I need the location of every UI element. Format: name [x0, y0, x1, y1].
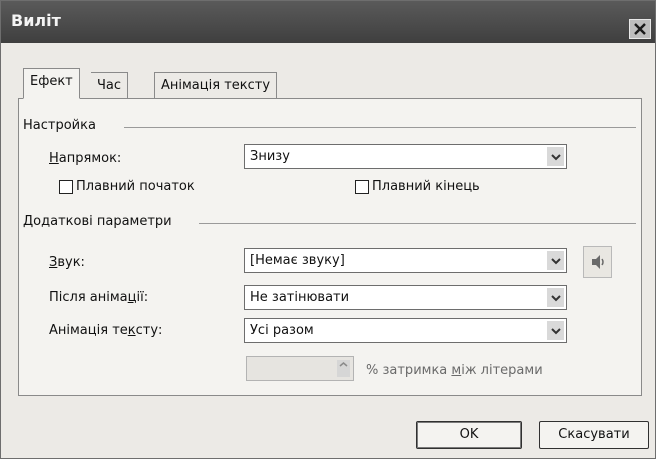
letter-delay-label: % затримка між літерами	[366, 363, 543, 378]
tab-effect[interactable]: Ефект	[23, 68, 80, 99]
tab-text-animation-label: Анімація тексту	[161, 78, 271, 93]
chevron-down-icon	[550, 294, 561, 301]
direction-dropdown-button[interactable]	[547, 147, 564, 166]
after-animation-label-rest: ії:	[136, 290, 149, 305]
letter-delay-label-rest: іж літерами	[461, 363, 543, 378]
direction-label-rest: апрямок:	[58, 151, 122, 166]
spinner-arrows-icon[interactable]	[337, 360, 350, 377]
tab-timing[interactable]: Час	[91, 72, 129, 98]
animate-text-dropdown-button[interactable]	[547, 321, 564, 340]
sound-play-button[interactable]	[583, 246, 612, 278]
sound-label: Звук:	[49, 255, 85, 270]
animate-text-select[interactable]: Усі разом	[244, 318, 567, 343]
extra-group-label: Додаткові параметри	[23, 214, 176, 229]
chevron-down-icon	[550, 257, 561, 264]
tab-text-animation[interactable]: Анімація тексту	[154, 72, 278, 98]
animate-text-label: Анімація тексту:	[49, 323, 162, 338]
tab-effect-label: Ефект	[30, 74, 73, 89]
after-animation-select[interactable]: Не затінювати	[244, 285, 567, 310]
ok-button[interactable]: OK	[416, 421, 522, 449]
smooth-end-checkbox[interactable]	[355, 180, 369, 194]
letter-delay-label-mnemonic: м	[451, 363, 462, 378]
after-animation-label-prefix: Після аніма	[49, 290, 128, 305]
sound-select[interactable]: [Немає звуку]	[244, 248, 567, 273]
dialog-title: Виліт	[11, 11, 61, 30]
extra-group-divider	[199, 223, 636, 224]
settings-group-label: Настройка	[23, 118, 100, 133]
animate-text-label-prefix: Анімація те	[49, 323, 128, 338]
tab-timing-label: Час	[97, 78, 122, 93]
dialog-window: Виліт Ефект Час Анімація тексту Настройк…	[0, 0, 656, 459]
direction-label-mnemonic: Н	[49, 151, 59, 166]
direction-label: Напрямок:	[49, 151, 121, 166]
animate-text-value: Усі разом	[250, 323, 314, 338]
letter-delay-label-prefix: % затримка	[366, 363, 452, 378]
direction-select[interactable]: Знизу	[244, 144, 567, 169]
after-animation-label-mnemonic: ц	[127, 290, 137, 305]
animate-text-label-rest: сту:	[135, 323, 163, 338]
smooth-end-label: Плавний кінець	[372, 179, 480, 194]
sound-dropdown-button[interactable]	[547, 251, 564, 270]
chevron-down-icon	[550, 327, 561, 334]
sound-value: [Немає звуку]	[250, 253, 345, 268]
cancel-button[interactable]: Скасувати	[539, 421, 649, 449]
after-animation-label: Після анімації:	[49, 290, 148, 305]
animate-text-label-mnemonic: к	[127, 323, 136, 338]
sound-label-rest: вук:	[57, 255, 85, 270]
smooth-start-label: Плавний початок	[76, 179, 195, 194]
after-animation-value: Не затінювати	[250, 290, 350, 305]
after-animation-dropdown-button[interactable]	[547, 288, 564, 307]
chevron-down-icon	[550, 153, 561, 160]
title-bar[interactable]: Виліт	[1, 1, 655, 43]
letter-delay-spinner[interactable]	[246, 356, 354, 381]
close-icon	[634, 23, 646, 35]
speaker-icon	[591, 255, 604, 269]
direction-value: Знизу	[250, 149, 290, 164]
close-button[interactable]	[629, 19, 651, 39]
settings-group-divider	[124, 127, 636, 128]
tab-panel	[18, 98, 642, 396]
smooth-start-checkbox[interactable]	[59, 180, 73, 194]
